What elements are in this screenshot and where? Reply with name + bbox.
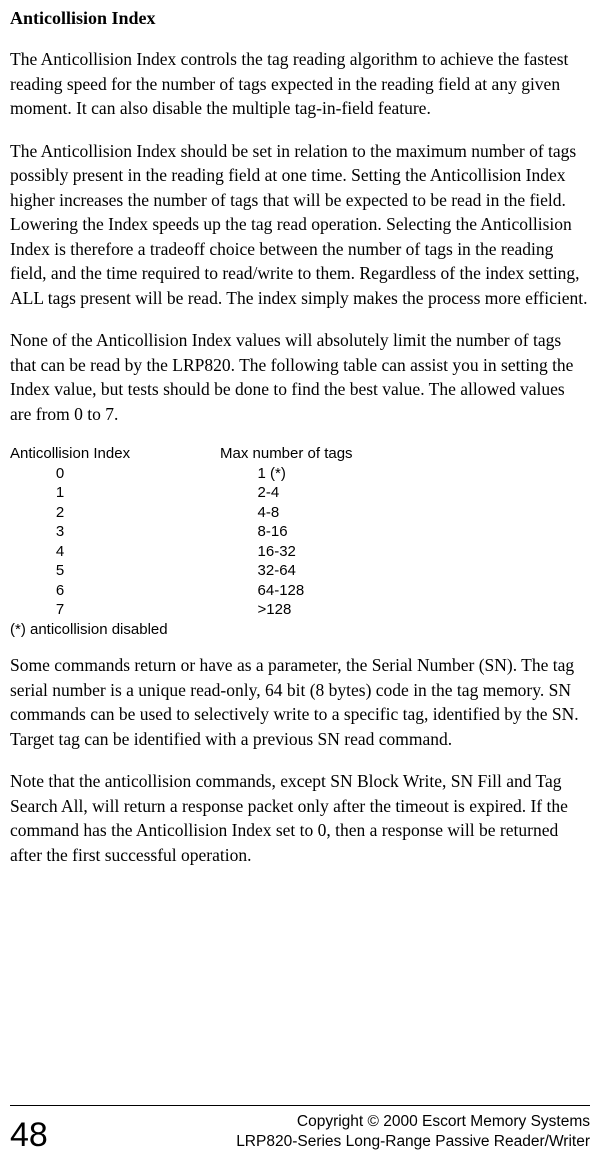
table-header-row: Anticollision Index Max number of tags <box>10 444 590 464</box>
table-cell-index: 3 <box>10 522 220 542</box>
footer-product: LRP820-Series Long-Range Passive Reader/… <box>236 1132 590 1152</box>
page: Anticollision Index The Anticollision In… <box>0 0 600 1162</box>
table-row: 1 2-4 <box>10 483 590 503</box>
table-cell-tags: 1 (*) <box>220 464 590 484</box>
page-footer: 48 Copyright © 2000 Escort Memory System… <box>10 1105 590 1152</box>
table-cell-index: 7 <box>10 600 220 620</box>
idx-val: 5 <box>56 562 64 579</box>
anticollision-table: Anticollision Index Max number of tags 0… <box>10 444 590 639</box>
table-cell-index: 4 <box>10 542 220 562</box>
paragraph-1: The Anticollision Index controls the tag… <box>10 47 590 121</box>
section-title: Anticollision Index <box>10 8 590 29</box>
table-row: 0 1 (*) <box>10 464 590 484</box>
table-cell-tags: 64-128 <box>220 581 590 601</box>
table-cell-index: 2 <box>10 503 220 523</box>
tags-val: 4-8 <box>258 504 280 521</box>
table-cell-index: 6 <box>10 581 220 601</box>
idx-val: 1 <box>56 484 64 501</box>
content: Anticollision Index The Anticollision In… <box>10 8 590 1105</box>
table-cell-tags: 2-4 <box>220 483 590 503</box>
table-row: 7 >128 <box>10 600 590 620</box>
paragraph-2: The Anticollision Index should be set in… <box>10 139 590 311</box>
table-cell-tags: 4-8 <box>220 503 590 523</box>
table-cell-tags: 8-16 <box>220 522 590 542</box>
paragraph-3: None of the Anticollision Index values w… <box>10 328 590 426</box>
table-cell-index: 5 <box>10 561 220 581</box>
tags-val: 8-16 <box>258 523 288 540</box>
table-cell-tags: >128 <box>220 600 590 620</box>
tags-val: 16-32 <box>258 543 296 560</box>
idx-val: 6 <box>56 582 64 599</box>
tags-val: 64-128 <box>258 582 305 599</box>
tags-val: 32-64 <box>258 562 296 579</box>
idx-val: 0 <box>56 465 64 482</box>
paragraph-5: Note that the anticollision commands, ex… <box>10 769 590 867</box>
idx-val: 3 <box>56 523 64 540</box>
table-row: 4 16-32 <box>10 542 590 562</box>
table-header-tags: Max number of tags <box>220 444 590 464</box>
page-number: 48 <box>10 1118 48 1152</box>
idx-val: 2 <box>56 504 64 521</box>
table-header-index: Anticollision Index <box>10 444 220 464</box>
idx-val: 7 <box>56 601 64 618</box>
table-row: 2 4-8 <box>10 503 590 523</box>
table-row: 5 32-64 <box>10 561 590 581</box>
tags-val: 1 (*) <box>258 465 286 482</box>
table-row: 6 64-128 <box>10 581 590 601</box>
table-cell-tags: 16-32 <box>220 542 590 562</box>
tags-val: >128 <box>258 601 292 618</box>
table-cell-index: 1 <box>10 483 220 503</box>
table-cell-tags: 32-64 <box>220 561 590 581</box>
footer-copyright: Copyright © 2000 Escort Memory Systems <box>236 1112 590 1132</box>
idx-val: 4 <box>56 543 64 560</box>
tags-val: 2-4 <box>258 484 280 501</box>
paragraph-4: Some commands return or have as a parame… <box>10 653 590 751</box>
table-cell-index: 0 <box>10 464 220 484</box>
footer-right: Copyright © 2000 Escort Memory Systems L… <box>236 1112 590 1152</box>
table-row: 3 8-16 <box>10 522 590 542</box>
table-footnote: (*) anticollision disabled <box>10 620 590 640</box>
